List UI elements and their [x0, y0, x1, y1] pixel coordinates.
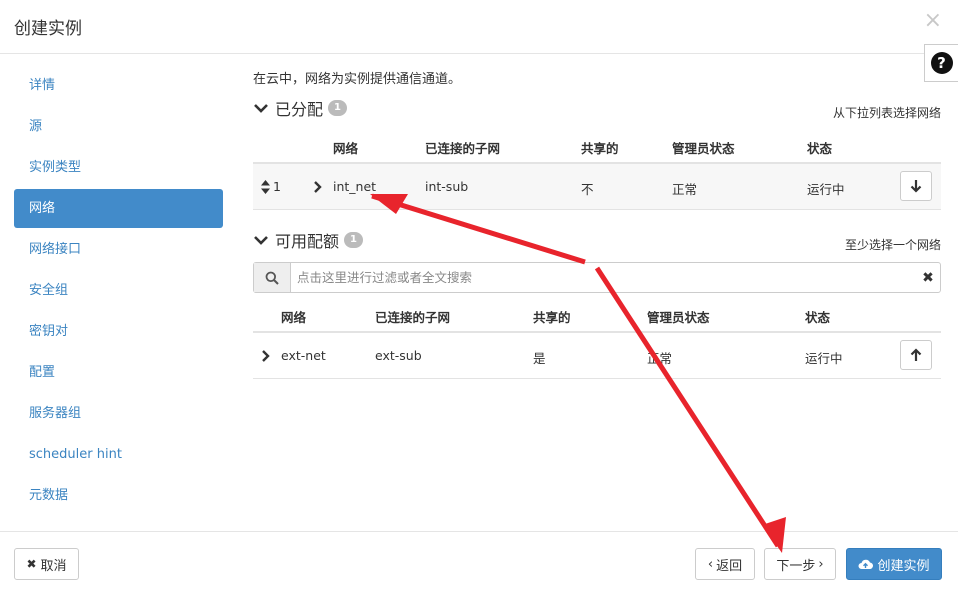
allocate-button[interactable] [900, 340, 932, 370]
chevron-right-icon: › [818, 556, 824, 572]
column-header-network: 网络 [281, 310, 307, 325]
sidebar-item-source[interactable]: 源 [14, 107, 223, 146]
sidebar-item-metadata[interactable]: 元数据 [14, 476, 223, 515]
cell-status: 运行中 [805, 351, 843, 366]
cell-network: ext-net [281, 348, 326, 363]
modal-footer: ✖ 取消 ‹ 返回 下一步 › 创建实例 [0, 531, 958, 599]
close-icon: ✖ [26, 557, 37, 571]
chevron-right-icon[interactable] [313, 181, 323, 193]
cell-status: 运行中 [807, 182, 845, 197]
filter-bar: ✖ [253, 262, 941, 293]
clear-filter-icon[interactable]: ✖ [916, 263, 940, 292]
cloud-upload-icon [859, 559, 874, 570]
available-hint: 至少选择一个网络 [844, 238, 941, 252]
modal-title: 创建实例 [14, 19, 82, 39]
allocated-hint: 从下拉列表选择网络 [832, 106, 941, 120]
column-header-network: 网络 [333, 141, 359, 156]
intro-text: 在云中，网络为实例提供通信通道。 [253, 72, 462, 87]
cancel-button[interactable]: ✖ 取消 [14, 548, 79, 580]
column-header-subnet: 已连接的子网 [375, 310, 451, 325]
sidebar-item-details[interactable]: 详情 [14, 66, 223, 105]
allocated-title: 已分配 [275, 100, 324, 119]
chevron-left-icon: ‹ [707, 556, 714, 572]
filter-input[interactable] [291, 263, 916, 292]
sidebar-item-security-groups[interactable]: 安全组 [14, 271, 223, 310]
chevron-down-icon [254, 104, 268, 113]
next-label: 下一步 [776, 558, 816, 574]
available-table-header: 网络 已连接的子网 共享的 管理员状态 状态 [253, 301, 941, 331]
allocated-section-toggle[interactable]: 已分配 1 [253, 96, 347, 120]
row-index: 1 [273, 179, 281, 194]
wizard-sidebar: 详情 源 实例类型 网络 网络接口 安全组 密钥对 配置 服务器组 schedu… [14, 66, 223, 517]
chevron-down-icon [254, 236, 268, 245]
modal-header: 创建实例 × [0, 0, 958, 54]
close-icon[interactable]: × [924, 8, 942, 34]
allocated-table-header: 网络 已连接的子网 共享的 管理员状态 状态 [253, 132, 941, 162]
deallocate-button[interactable] [900, 171, 932, 201]
back-label: 返回 [716, 558, 743, 574]
sidebar-item-network-ports[interactable]: 网络接口 [14, 230, 223, 269]
table-row: ext-net ext-sub 是 正常 运行中 [253, 331, 941, 379]
cancel-label: 取消 [40, 558, 67, 574]
cell-network: int_net [333, 179, 377, 194]
help-icon: ? [930, 52, 953, 74]
available-count-badge: 1 [344, 232, 363, 248]
column-header-shared: 共享的 [533, 310, 571, 325]
next-button[interactable]: 下一步 › [764, 548, 836, 580]
allocated-count-badge: 1 [328, 100, 347, 116]
chevron-right-icon[interactable] [261, 350, 271, 362]
sidebar-item-flavor[interactable]: 实例类型 [14, 148, 223, 187]
back-button[interactable]: ‹ 返回 [695, 548, 755, 580]
cell-admin-state: 正常 [647, 351, 673, 366]
arrow-down-icon [910, 180, 922, 193]
sort-handle-icon[interactable] [261, 180, 270, 194]
column-header-admin-state: 管理员状态 [647, 310, 710, 325]
help-button[interactable]: ? [924, 44, 958, 82]
column-header-shared: 共享的 [581, 141, 619, 156]
sidebar-item-key-pair[interactable]: 密钥对 [14, 312, 223, 351]
cell-admin-state: 正常 [672, 182, 698, 197]
column-header-status: 状态 [805, 310, 831, 325]
column-header-subnet: 已连接的子网 [425, 141, 501, 156]
sidebar-item-configuration[interactable]: 配置 [14, 353, 223, 392]
sidebar-item-server-groups[interactable]: 服务器组 [14, 394, 223, 433]
column-header-admin-state: 管理员状态 [672, 141, 735, 156]
create-instance-label: 创建实例 [877, 558, 930, 574]
available-section-toggle[interactable]: 可用配额 1 [253, 228, 363, 252]
cell-shared: 是 [533, 351, 546, 366]
cell-shared: 不 [581, 182, 594, 197]
available-title: 可用配额 [275, 232, 340, 251]
search-icon [254, 263, 291, 292]
table-row: 1 int_net int-sub 不 正常 运行中 [253, 162, 941, 210]
create-instance-button[interactable]: 创建实例 [846, 548, 942, 580]
column-header-status: 状态 [807, 141, 833, 156]
sidebar-item-scheduler-hint[interactable]: scheduler hint [14, 435, 223, 474]
cell-subnet: ext-sub [375, 348, 422, 363]
arrow-up-icon [910, 348, 922, 361]
cell-subnet: int-sub [425, 179, 469, 194]
sidebar-item-networks[interactable]: 网络 [14, 189, 223, 228]
